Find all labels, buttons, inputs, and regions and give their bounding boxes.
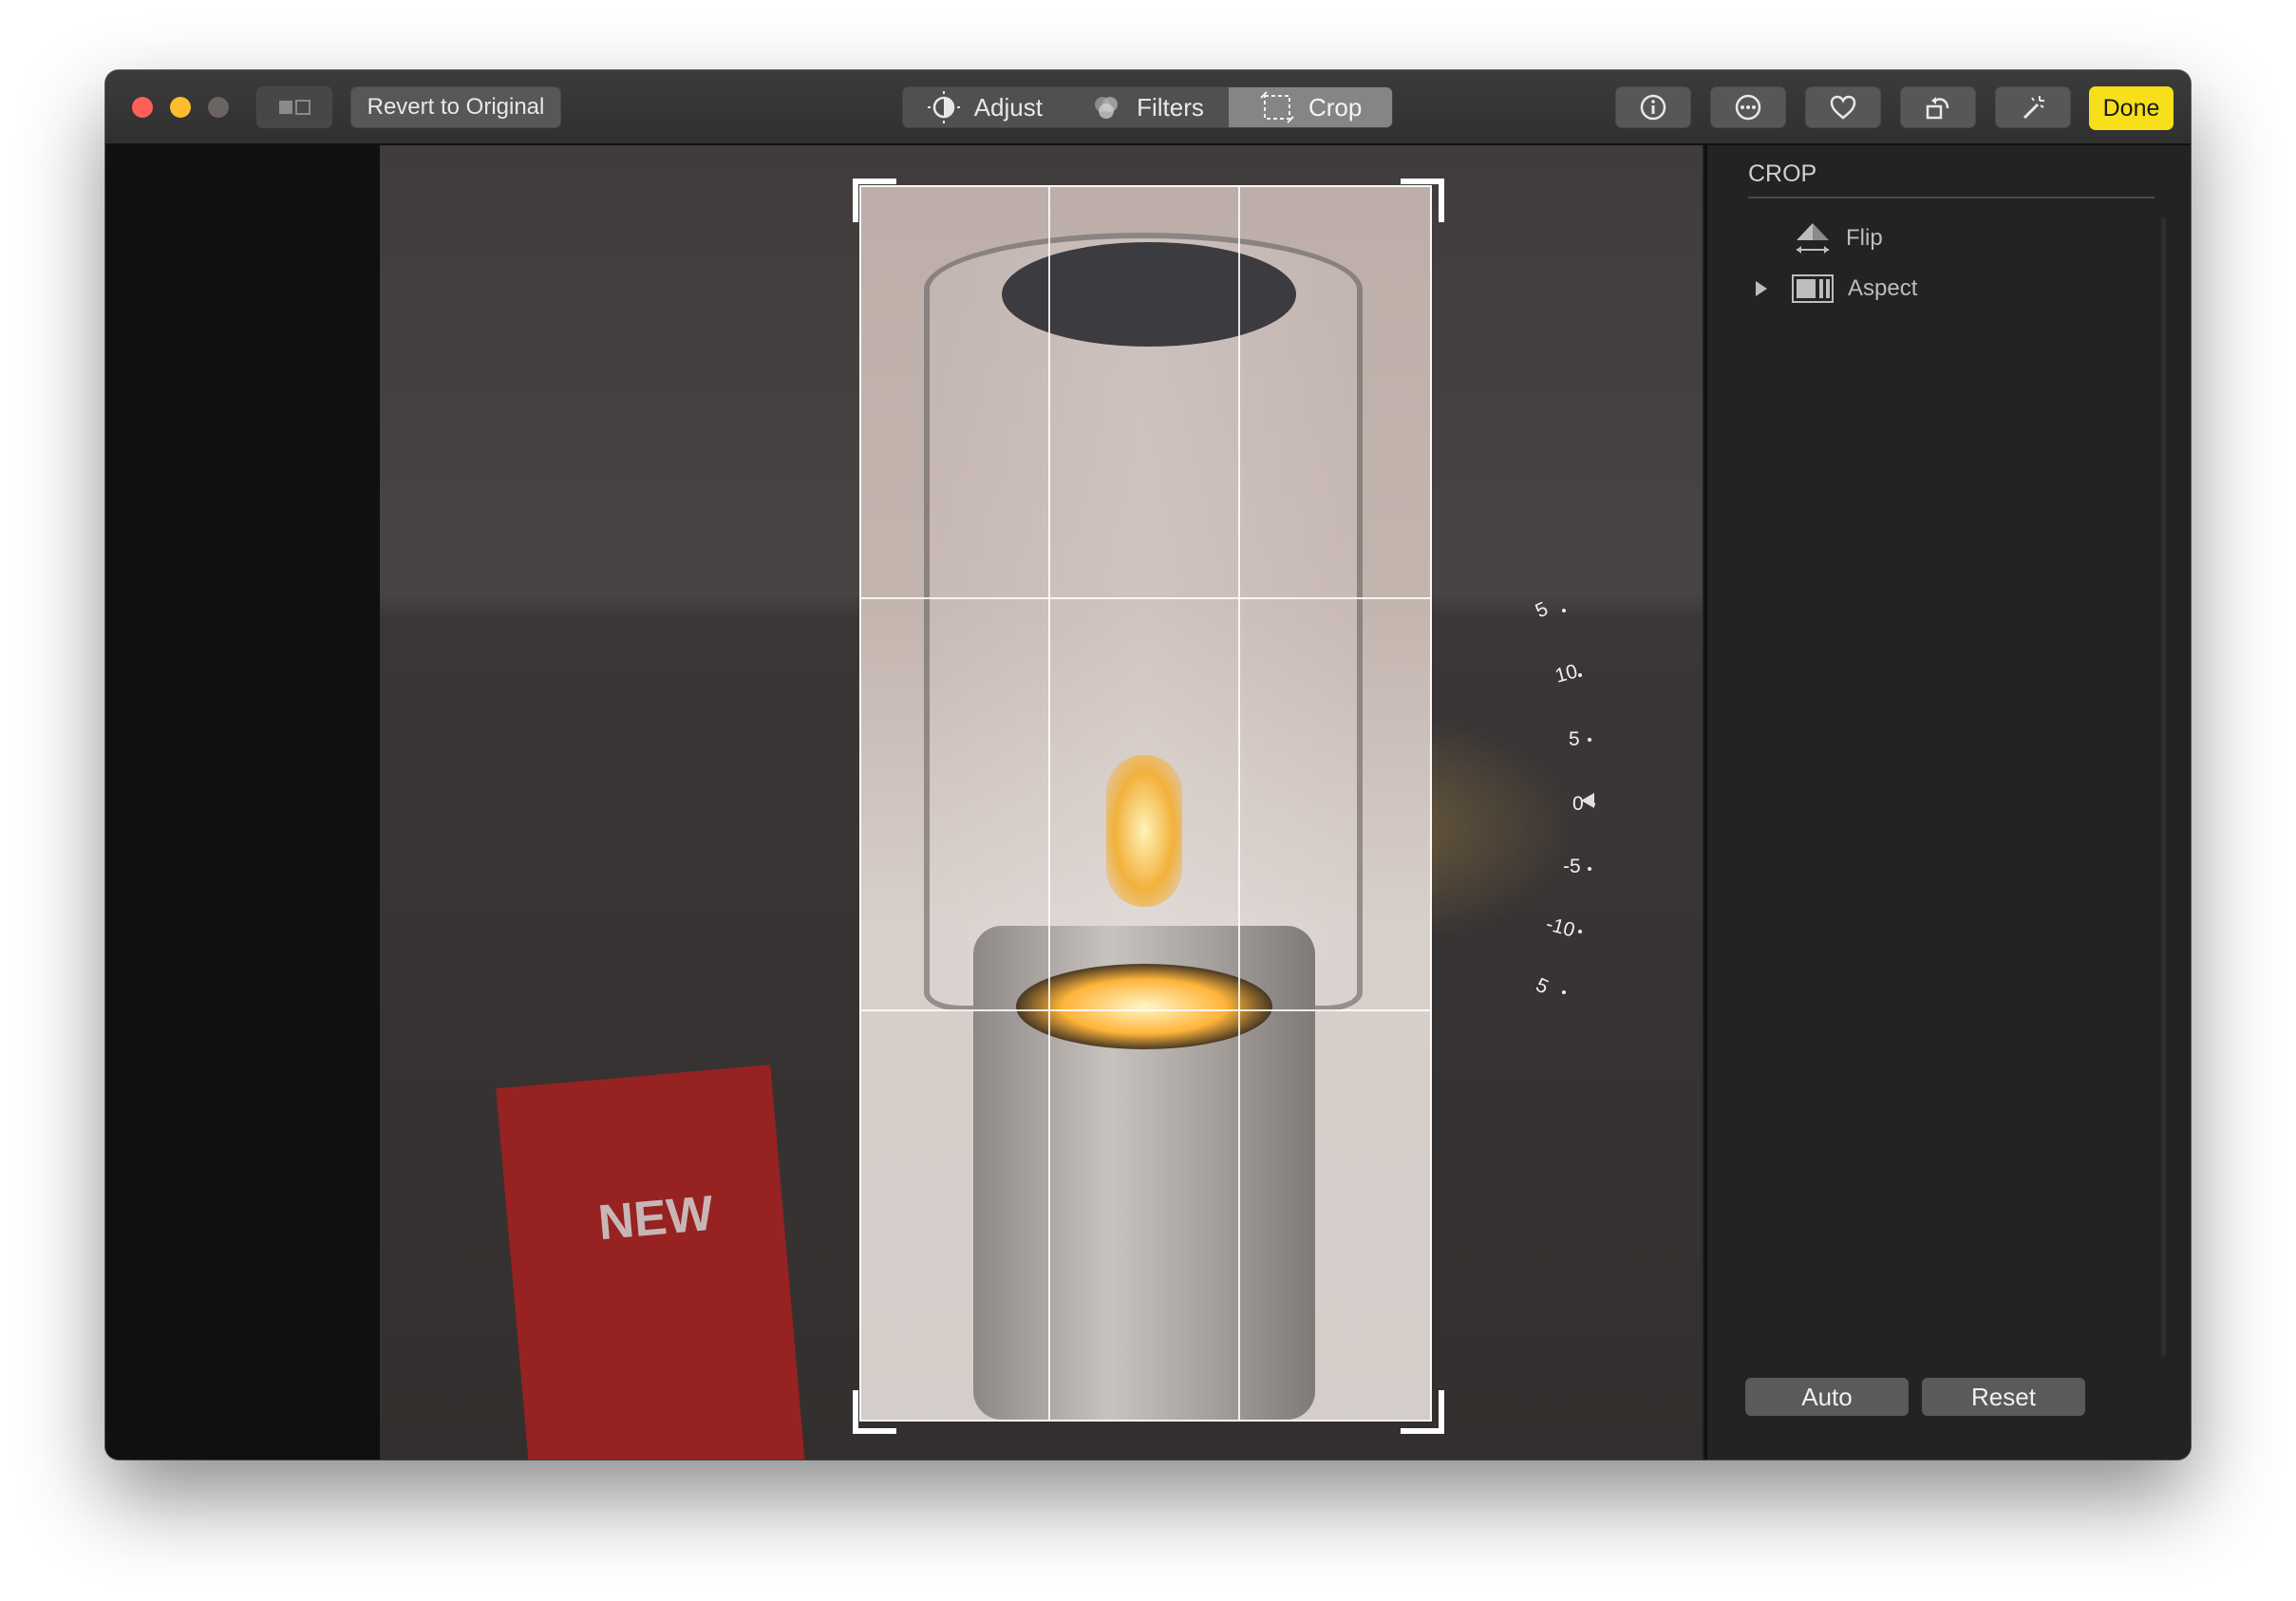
- info-icon: [1640, 94, 1666, 121]
- reset-label: Reset: [1971, 1382, 2036, 1411]
- sidebar-divider: [1748, 197, 2155, 198]
- dial-label: -5: [1563, 856, 1581, 877]
- info-button[interactable]: [1615, 86, 1691, 128]
- filters-icon: [1095, 97, 1119, 119]
- aspect-icon: [1792, 274, 1834, 303]
- minimize-button[interactable]: [170, 97, 191, 118]
- crop-handle-top-left[interactable]: [853, 179, 896, 222]
- tab-filters-label: Filters: [1137, 92, 1204, 122]
- aspect-row[interactable]: Aspect: [1753, 273, 1917, 305]
- zoom-button[interactable]: [208, 97, 229, 118]
- close-button[interactable]: [132, 97, 153, 118]
- crop-handle-top-right[interactable]: [1401, 179, 1444, 222]
- dial-tick: [1578, 673, 1582, 677]
- dial-tick: [1562, 609, 1566, 612]
- done-button[interactable]: Done: [2089, 86, 2174, 130]
- scrollbar[interactable]: [2161, 217, 2166, 1357]
- enhance-button[interactable]: [1995, 86, 2071, 128]
- grid-line: [859, 597, 1432, 599]
- crop-icon: [1260, 91, 1294, 123]
- disclosure-triangle-icon[interactable]: [1753, 279, 1770, 298]
- dial-label: 5: [1569, 728, 1580, 750]
- revert-label: Revert to Original: [367, 94, 545, 120]
- revert-to-original-button[interactable]: Revert to Original: [350, 86, 561, 128]
- crop-sidebar: CROP Flip Aspect Aut: [1704, 145, 2191, 1460]
- more-button[interactable]: [1710, 86, 1786, 128]
- adjust-icon: [927, 91, 960, 123]
- dial-pointer-icon: [1581, 793, 1594, 808]
- rotate-icon: [1926, 97, 1949, 120]
- grid-line: [1238, 185, 1240, 1422]
- tab-crop-label: Crop: [1308, 92, 1363, 122]
- compare-icon: [279, 100, 311, 115]
- photo: NEW 5 10 5 0 -5 -10 5: [380, 145, 1703, 1460]
- dial-tick: [1578, 930, 1582, 933]
- reset-button[interactable]: Reset: [1922, 1378, 2085, 1416]
- toolbar: Revert to Original Adjust Filters Crop D…: [105, 70, 2191, 145]
- tab-filters[interactable]: Filters: [1066, 87, 1230, 127]
- tab-adjust[interactable]: Adjust: [903, 87, 1066, 127]
- dial-tick: [1588, 867, 1591, 871]
- grid-line: [859, 1009, 1432, 1011]
- photos-window: Revert to Original Adjust Filters Crop D…: [105, 70, 2191, 1460]
- edit-mode-tabs: Adjust Filters Crop: [902, 86, 1393, 128]
- flip-button[interactable]: Flip: [1793, 221, 1883, 255]
- crop-handle-bottom-left[interactable]: [853, 1390, 896, 1434]
- photo-canvas: NEW 5 10 5 0 -5 -10 5: [105, 145, 1703, 1460]
- done-label: Done: [2102, 94, 2160, 122]
- favorite-button[interactable]: [1805, 86, 1881, 128]
- dial-tick: [1562, 990, 1566, 994]
- tab-crop[interactable]: Crop: [1229, 87, 1392, 127]
- tab-adjust-label: Adjust: [973, 92, 1043, 122]
- aspect-label: Aspect: [1848, 275, 1918, 301]
- rotate-button[interactable]: [1900, 86, 1976, 128]
- more-icon: [1735, 94, 1761, 121]
- flip-label: Flip: [1846, 225, 1883, 251]
- heart-icon: [1830, 95, 1856, 120]
- sidebar-title: CROP: [1748, 160, 1817, 187]
- magic-wand-icon: [2023, 96, 2044, 120]
- auto-button-label: Auto: [1801, 1382, 1853, 1411]
- dial-tick: [1588, 738, 1591, 742]
- crop-frame: [859, 185, 1432, 1422]
- flip-icon: [1797, 223, 1829, 254]
- auto-button-main[interactable]: Auto: [1745, 1378, 1909, 1416]
- crop-handle-bottom-right[interactable]: [1401, 1390, 1444, 1434]
- compare-button[interactable]: [256, 86, 332, 128]
- grid-line: [1048, 185, 1050, 1422]
